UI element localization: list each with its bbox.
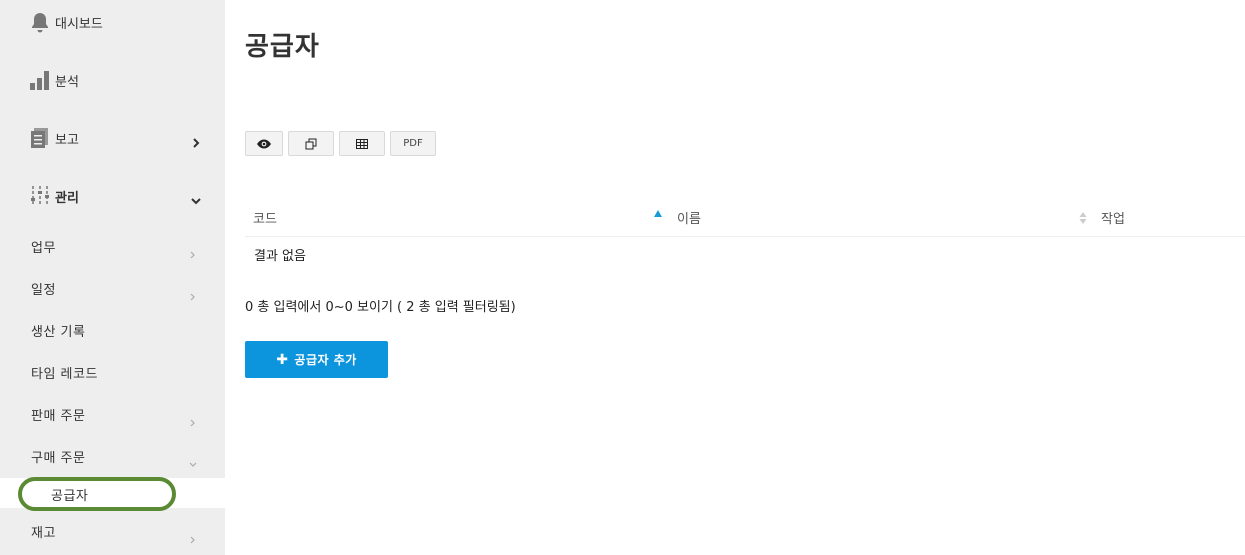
sidebar-item-reports[interactable]: 보고 — [0, 109, 225, 167]
sidebar-item-dashboard[interactable]: 대시보드 — [0, 0, 225, 51]
table-info: 0 총 입력에서 0~0 보이기 ( 2 총 입력 필터링됨) — [245, 300, 516, 315]
excel-button[interactable] — [339, 131, 385, 156]
sort-both-icon[interactable] — [1079, 210, 1087, 224]
sidebar-item-label: 분석 — [55, 74, 79, 90]
table-header: 코드 이름 작업 — [245, 196, 1245, 237]
copy-icon — [305, 138, 317, 150]
document-stack-icon — [30, 127, 50, 149]
sidebar-item-label: 일정 — [31, 282, 56, 298]
view-button[interactable] — [245, 131, 283, 156]
eye-icon — [256, 139, 272, 149]
add-supplier-button[interactable]: ✚ 공급자 추가 — [245, 341, 388, 378]
page-title: 공급자 — [245, 32, 320, 62]
sidebar-item-label: 업무 — [31, 240, 56, 256]
plus-icon: ✚ — [276, 351, 289, 368]
sidebar-item-schedule[interactable]: 일정 — [0, 267, 225, 309]
sidebar-item-production-records[interactable]: 생산 기록 — [0, 309, 225, 351]
chevron-right-icon — [189, 244, 197, 259]
column-header-name[interactable]: 이름 — [677, 208, 701, 227]
empty-table-message: 결과 없음 — [254, 249, 306, 264]
add-supplier-label: 공급자 추가 — [294, 353, 357, 367]
copy-button[interactable] — [288, 131, 334, 156]
column-header-code[interactable]: 코드 — [253, 208, 277, 227]
sidebar-item-label: 관리 — [55, 190, 79, 206]
pdf-button[interactable]: PDF — [390, 131, 436, 156]
bar-chart-icon — [30, 69, 50, 91]
sidebar-item-label: 생산 기록 — [31, 324, 86, 340]
sidebar-item-label: 재고 — [31, 525, 56, 541]
sort-ascending-icon[interactable] — [654, 210, 662, 217]
sliders-icon — [30, 185, 50, 207]
pdf-button-label: PDF — [403, 138, 423, 149]
sidebar-item-inventory[interactable]: 재고 — [0, 510, 225, 552]
chevron-right-icon — [191, 133, 201, 148]
sidebar-item-label: 판매 주문 — [31, 408, 86, 424]
sidebar-item-label: 공급자 — [51, 489, 89, 504]
sidebar-item-management[interactable]: 관리 — [0, 167, 225, 225]
sidebar-item-tasks[interactable]: 업무 — [0, 225, 225, 267]
sidebar-item-purchase-orders[interactable]: 구매 주문 — [0, 435, 225, 477]
sidebar-item-label: 타임 레코드 — [31, 366, 98, 382]
bell-icon — [30, 11, 50, 33]
sidebar-item-analytics[interactable]: 분석 — [0, 51, 225, 109]
sidebar-item-time-records[interactable]: 타임 레코드 — [0, 351, 225, 393]
chevron-down-icon — [189, 454, 197, 467]
sidebar-item-sales-orders[interactable]: 판매 주문 — [0, 393, 225, 435]
chevron-right-icon — [189, 529, 197, 544]
sidebar-item-label: 보고 — [55, 132, 79, 148]
chevron-down-icon — [191, 191, 201, 205]
chevron-right-icon — [189, 286, 197, 301]
sidebar: 대시보드 분석 보고 관리 업무 일정 생산 기록 타임 레코드 판매 주문 구… — [0, 0, 225, 555]
sidebar-item-label: 구매 주문 — [31, 450, 86, 466]
column-header-actions: 작업 — [1101, 212, 1125, 227]
sidebar-item-suppliers[interactable]: 공급자 — [0, 478, 225, 508]
chevron-right-icon — [189, 412, 197, 427]
spreadsheet-icon — [356, 138, 368, 149]
sidebar-item-label: 대시보드 — [55, 16, 103, 32]
